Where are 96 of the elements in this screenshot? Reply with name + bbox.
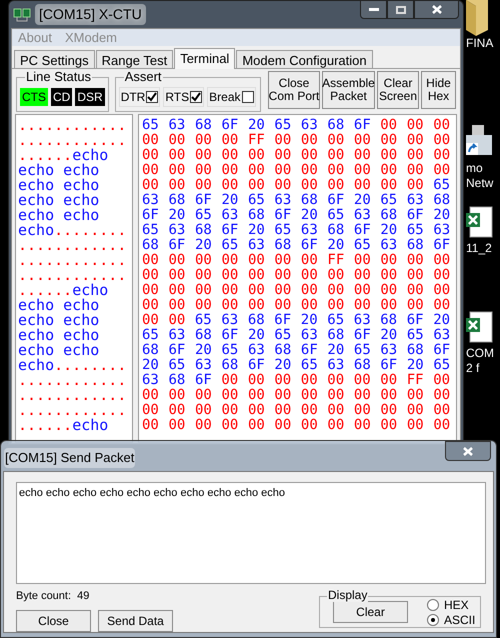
hex-text: 6F 20 65 63 68 6F 20 65 63 68 6F 20 [142, 208, 450, 223]
ascii-text: echo echo [18, 313, 100, 328]
ascii-text: ............ [18, 388, 126, 403]
ascii-text: echo [18, 358, 54, 373]
ascii-text: echo echo [18, 178, 100, 193]
group-label: Line Status [25, 69, 92, 84]
ascii-text: ...... [18, 418, 72, 433]
checkbox-label: RTS [165, 88, 190, 106]
status-indicator: CTS [20, 88, 48, 106]
tab[interactable]: Terminal [174, 48, 236, 69]
ascii-text: ...... [18, 148, 72, 163]
close-button[interactable] [414, 0, 459, 19]
checkbox-label: DTR [120, 88, 146, 106]
dialog-title: [COM15] Send Packet [4, 448, 136, 468]
checkbox[interactable] [146, 90, 158, 102]
group-label: Assert [124, 69, 163, 84]
hex-text: 00 00 00 00 00 00 00 FF 00 [221, 373, 450, 388]
hex-text: 68 6F 20 65 63 68 6F 20 65 63 68 6F [142, 238, 450, 253]
close-icon [463, 446, 473, 456]
ascii-text: echo echo [18, 208, 100, 223]
status-indicator: DSR [75, 88, 105, 106]
icon-label: 2 f [465, 361, 480, 376]
ascii-text: ............ [18, 133, 126, 148]
icon-label: Netw [465, 176, 494, 191]
ascii-text: ............ [18, 268, 126, 283]
hex-text: 00 00 00 00 00 00 00 00 00 00 00 00 [142, 163, 450, 178]
tab[interactable]: PC Settings [14, 50, 95, 68]
ascii-text: ............ [18, 253, 126, 268]
hex-text: 00 00 00 [380, 118, 450, 133]
checkbox[interactable] [190, 90, 202, 102]
hex-text: 65 63 68 6F 20 65 63 68 6F 20 65 63 [142, 328, 450, 343]
radio-label: HEX [444, 598, 469, 612]
ascii-text: ........ [54, 223, 126, 238]
tab[interactable]: Modem Configuration [236, 50, 373, 68]
hex-text: 65 63 68 6F 20 65 63 68 6F 20 65 63 [142, 223, 450, 238]
ascii-text: ............ [18, 238, 126, 253]
ascii-text: echo echo [18, 343, 100, 358]
hex-text: 00 00 00 00 00 00 00 00 00 00 00 00 [142, 283, 450, 298]
hex-text: 00 00 00 00 00 00 00 00 00 00 00 00 [142, 418, 450, 433]
close-button[interactable] [445, 441, 491, 461]
icon-label: mo [465, 161, 483, 176]
icon-label: FINA [465, 36, 494, 51]
radio-button[interactable] [427, 598, 439, 610]
checkbox-label: Break [209, 88, 241, 106]
ascii-text: echo [72, 418, 108, 433]
minimize-icon [368, 8, 378, 12]
dialog-button[interactable]: Close [16, 610, 91, 632]
ascii-text: echo [72, 283, 108, 298]
hex-text: 63 68 6F 20 65 63 68 6F 20 65 63 68 [142, 193, 450, 208]
ascii-text: ...... [18, 283, 72, 298]
tab[interactable]: Range Test [96, 50, 174, 68]
ascii-text: echo [18, 223, 54, 238]
ascii-text: ........ [54, 358, 126, 373]
close-icon [432, 5, 442, 14]
hex-text: 00 00 00 00 00 00 00 00 00 00 00 00 [142, 148, 450, 163]
toolbar-button[interactable]: Clear Screen [377, 71, 419, 109]
hex-text: 00 00 00 00 FF 00 00 00 00 00 00 00 [142, 133, 450, 148]
hex-text: 65 63 68 6F 20 65 63 68 6F 20 [194, 313, 450, 328]
byte-count-label: Byte count: 49 [16, 589, 90, 604]
ascii-text: ............ [18, 373, 126, 388]
ascii-text: echo echo [18, 298, 100, 313]
maximize-icon [396, 6, 406, 14]
hex-text: 00 00 00 00 00 00 00 FF 00 00 00 00 [142, 253, 450, 268]
hex-text: 00 00 00 00 00 00 00 00 00 00 00 [142, 178, 424, 193]
icon-label: COM [465, 346, 494, 361]
radio-label: ASCII [444, 612, 476, 626]
hex-text: 00 00 00 00 00 00 00 00 00 00 00 00 [142, 388, 450, 403]
hex-text: 63 68 6F [142, 373, 212, 388]
clear-button[interactable]: Clear [333, 601, 408, 623]
hex-text: 00 00 [142, 313, 186, 328]
hex-text: 20 65 63 68 6F 20 65 63 68 6F 20 65 [142, 358, 450, 373]
hex-text: 68 6F 20 65 63 68 6F 20 65 63 68 6F [142, 343, 450, 358]
hex-text: 00 00 00 00 00 00 00 00 00 00 00 00 [142, 298, 450, 313]
toolbar-button[interactable]: Hide Hex [421, 71, 456, 109]
packet-text-field[interactable]: echo echo echo echo echo echo echo echo echo echo [16, 482, 486, 584]
maximize-button[interactable] [387, 0, 414, 19]
ascii-text: echo echo [18, 193, 100, 208]
icon-label: 11_2 [465, 241, 492, 256]
hex-text: 65 [433, 178, 450, 193]
ascii-text: echo echo [18, 163, 100, 178]
minimize-button[interactable] [360, 0, 387, 19]
hex-text: 00 00 00 00 00 00 00 00 00 00 00 00 [142, 403, 450, 418]
status-indicator: CD [51, 88, 72, 106]
dialog-button[interactable]: Send Data [98, 610, 173, 632]
toolbar-button[interactable]: Assemble Packet [322, 71, 375, 109]
ascii-text: echo [72, 148, 108, 163]
hex-text: 65 63 68 6F 20 65 63 68 6F [142, 118, 371, 133]
hex-text: 00 00 00 00 00 00 00 00 00 00 00 00 [142, 268, 450, 283]
group-label: Display [327, 588, 368, 602]
app-icon [13, 8, 31, 22]
ascii-text: ............ [18, 118, 126, 133]
ascii-text: echo echo [18, 328, 100, 343]
ascii-text: ............ [18, 403, 126, 418]
checkbox[interactable] [242, 90, 254, 102]
toolbar-button[interactable]: Close Com Port [268, 71, 320, 109]
radio-button[interactable] [427, 614, 439, 626]
